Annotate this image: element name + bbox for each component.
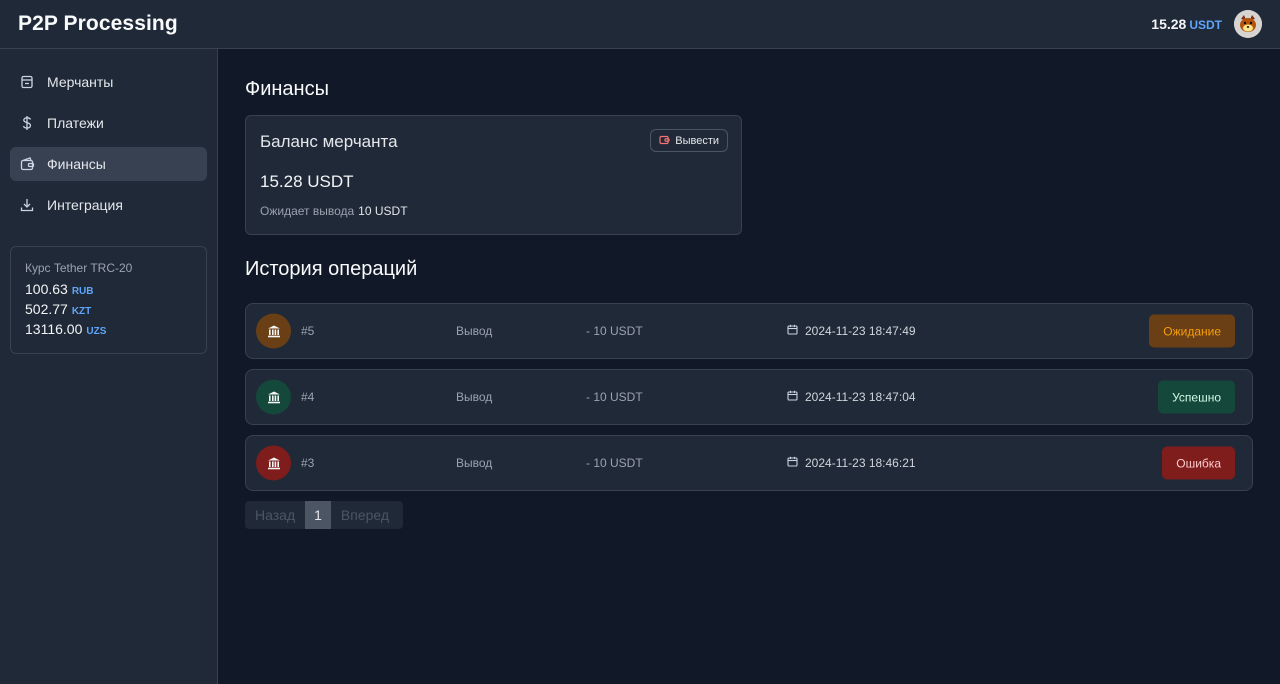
rate-row: 100.63 RUB (25, 281, 192, 297)
bank-icon (256, 313, 291, 349)
balance-amount: 15.28 USDT (260, 172, 354, 191)
operation-date-text: 2024-11-23 18:46:21 (805, 456, 916, 470)
operation-amount: - 10 USDT (586, 390, 643, 404)
sidebar: Мерчанты Платежи Финансы Интеграция Курс… (0, 49, 218, 684)
status-badge: Ожидание (1149, 314, 1235, 348)
operation-type: Вывод (456, 390, 493, 404)
sidebar-item-payments[interactable]: Платежи (10, 106, 207, 140)
bank-icon (256, 445, 291, 481)
header-balance-area: 15.28 USDT (1151, 10, 1262, 38)
operation-id: #5 (301, 324, 315, 338)
header-balance-value: 15.28 (1151, 16, 1187, 32)
sidebar-item-label: Мерчанты (47, 74, 114, 90)
status-badge: Успешно (1158, 380, 1235, 414)
merchant-balance-card: Баланс мерчанта Вывести 15.28 USDT Ожида… (245, 115, 742, 235)
sidebar-item-finances[interactable]: Финансы (10, 147, 207, 181)
pagination-next-button[interactable]: Вперед (331, 501, 399, 529)
calendar-icon (787, 390, 798, 404)
list-item[interactable]: #5 Вывод - 10 USDT 2024-11-23 18:47:49 О… (245, 303, 1253, 359)
operation-date: 2024-11-23 18:47:04 (787, 390, 916, 404)
main-content: Финансы Баланс мерчанта Вывести 15.28 US… (245, 49, 1255, 529)
header-balance-currency: USDT (1189, 18, 1222, 32)
avatar-icon[interactable] (1234, 10, 1262, 38)
rate-currency: KZT (71, 306, 92, 317)
operation-date: 2024-11-23 18:47:49 (787, 324, 916, 338)
dollar-icon (19, 115, 35, 131)
top-bar: P2P Processing 15.28 USDT (0, 0, 1280, 49)
calendar-icon (787, 324, 798, 338)
operation-date-text: 2024-11-23 18:47:49 (805, 324, 916, 338)
rate-currency: RUB (71, 286, 94, 297)
sidebar-item-label: Интеграция (47, 197, 123, 213)
rate-row: 13116.00 UZS (25, 321, 192, 337)
rate-row: 502.77 KZT (25, 301, 192, 317)
operation-id: #3 (301, 456, 315, 470)
operation-amount: - 10 USDT (586, 324, 643, 338)
wallet-icon (659, 134, 670, 148)
list-item[interactable]: #3 Вывод - 10 USDT 2024-11-23 18:46:21 О… (245, 435, 1253, 491)
exchange-rate-card: Курс Tether TRC-20 100.63 RUB 502.77 KZT 1… (10, 246, 207, 354)
store-icon (19, 74, 35, 90)
operation-amount: - 10 USDT (586, 456, 643, 470)
wallet-icon (19, 156, 35, 172)
rate-value: 100.63 (25, 281, 68, 297)
sidebar-item-label: Платежи (47, 115, 104, 131)
sidebar-item-merchants[interactable]: Мерчанты (10, 65, 207, 99)
withdraw-button-label: Вывести (675, 134, 719, 147)
page-title: Финансы (245, 78, 329, 100)
download-icon (19, 197, 35, 213)
operation-date-text: 2024-11-23 18:47:04 (805, 390, 916, 404)
pagination-prev-button[interactable]: Назад (245, 501, 305, 529)
rate-value: 13116.00 (25, 321, 83, 337)
pagination-page-button[interactable]: 1 (305, 501, 331, 529)
operation-type: Вывод (456, 324, 493, 338)
history-title: История операций (245, 258, 418, 280)
rate-currency: UZS (86, 326, 107, 337)
pagination: Назад 1 Вперед (245, 501, 403, 529)
status-badge: Ошибка (1162, 446, 1235, 480)
operation-type: Вывод (456, 456, 493, 470)
calendar-icon (787, 456, 798, 470)
operation-id: #4 (301, 390, 315, 404)
bank-icon (256, 379, 291, 415)
sidebar-item-integration[interactable]: Интеграция (10, 188, 207, 222)
withdraw-button[interactable]: Вывести (650, 129, 728, 152)
exchange-rate-title: Курс Tether TRC-20 (25, 261, 133, 275)
rate-value: 502.77 (25, 301, 68, 317)
operation-date: 2024-11-23 18:46:21 (787, 456, 916, 470)
operations-list: #5 Вывод - 10 USDT 2024-11-23 18:47:49 О… (245, 303, 1255, 491)
pending-label: Ожидает вывода (260, 204, 355, 218)
sidebar-item-label: Финансы (47, 156, 106, 172)
pending-value: 10 USDT (358, 204, 408, 218)
pending-withdrawal: Ожидает вывода 10 USDT (260, 204, 727, 218)
list-item[interactable]: #4 Вывод - 10 USDT 2024-11-23 18:47:04 У… (245, 369, 1253, 425)
app-title: P2P Processing (18, 12, 178, 35)
header-balance: 15.28 USDT (1151, 16, 1222, 32)
